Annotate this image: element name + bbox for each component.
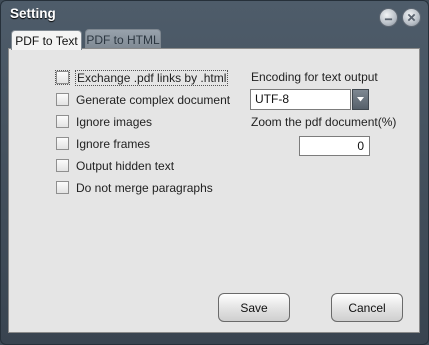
checkbox[interactable]: [56, 159, 69, 172]
option-hidden-text[interactable]: Output hidden text: [56, 158, 174, 173]
settings-dialog: Setting PDF to Text PDF to HTML Exchange…: [0, 0, 429, 345]
minimize-icon: [384, 18, 393, 21]
option-exchange-links[interactable]: Exchange .pdf links by .html: [55, 69, 229, 86]
chevron-down-icon: [357, 97, 364, 102]
option-label: Output hidden text: [76, 158, 175, 173]
encoding-select[interactable]: UTF-8: [250, 89, 370, 110]
checkbox[interactable]: [56, 181, 69, 194]
cancel-button[interactable]: Cancel: [331, 293, 403, 322]
zoom-input[interactable]: 0: [299, 136, 370, 156]
close-icon: [407, 13, 416, 22]
option-label: Ignore frames: [76, 136, 151, 151]
encoding-dropdown-button[interactable]: [352, 89, 369, 110]
tab-pdf-to-text[interactable]: PDF to Text: [11, 30, 82, 50]
option-ignore-frames[interactable]: Ignore frames: [56, 136, 150, 151]
close-button[interactable]: [402, 8, 421, 27]
encoding-value[interactable]: UTF-8: [250, 89, 351, 110]
option-label: Ignore images: [76, 114, 153, 129]
encoding-label: Encoding for text output: [251, 70, 378, 84]
save-button[interactable]: Save: [218, 293, 290, 322]
option-label: Do not merge paragraphs: [76, 180, 213, 195]
checkbox[interactable]: [56, 137, 69, 150]
window-title: Setting: [10, 6, 56, 21]
checkbox[interactable]: [56, 115, 69, 128]
option-label: Generate complex document: [76, 92, 231, 107]
minimize-button[interactable]: [379, 8, 398, 27]
option-no-merge-paragraphs[interactable]: Do not merge paragraphs: [56, 180, 213, 195]
checkbox[interactable]: [56, 93, 69, 106]
option-complex-document[interactable]: Generate complex document: [56, 92, 230, 107]
option-ignore-images[interactable]: Ignore images: [56, 114, 152, 129]
option-label: Exchange .pdf links by .html: [74, 69, 229, 86]
checkbox[interactable]: [55, 70, 70, 85]
zoom-label: Zoom the pdf document(%): [251, 115, 397, 129]
